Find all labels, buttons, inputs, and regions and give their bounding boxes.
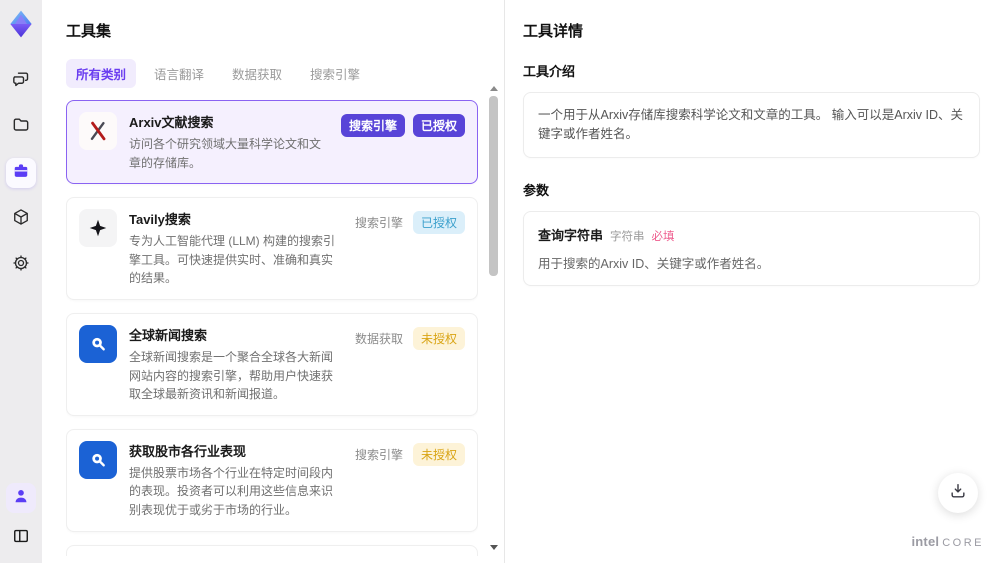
scrollbar-thumb[interactable] [489,96,498,276]
left-rail [0,0,42,563]
tool-name: Tavily搜索 [129,212,191,228]
tool-card-global-news[interactable]: 全球新闻搜索 全球新闻搜索是一个聚合全球各大新闻网站内容的搜索引擎，帮助用户快速… [66,312,478,416]
user-icon [11,486,31,511]
tool-name: 获取股市各行业表现 [129,443,247,459]
cube-icon [11,207,31,232]
tool-description: 访问各个研究领域大量科学论文和文章的存储库。 [129,137,322,170]
gear-icon [11,253,31,278]
status-badge: 已授权 [412,114,465,137]
download-icon [948,481,968,506]
intel-core-logo: intel core [911,534,984,549]
tab-search-engine[interactable]: 搜索引擎 [300,59,370,88]
rail-nav [6,66,36,280]
tab-all-categories[interactable]: 所有类别 [66,59,137,88]
panel-toggle-icon [11,526,31,551]
tool-badges: 搜索引擎 已授权 [340,112,465,172]
tool-card-most-active-stocks[interactable]: 获取市场最活跃股票信息 提供当天交易量最高的股票列表。投资者可以利用这些信息来识… [66,544,478,556]
sidebar-item-packages[interactable] [6,204,36,234]
folder-icon [11,115,31,140]
tool-badges: 数据获取 未授权 [353,325,465,404]
status-badge: 已授权 [412,211,465,235]
search-blue-icon [79,440,117,479]
sidebar-item-files[interactable] [6,112,36,142]
tool-description: 专为人工智能代理 (LLM) 构建的搜索引擎工具。可快速提供实时、准确和真实的结… [129,234,336,286]
tool-description: 全球新闻搜索是一个聚合全球各大新闻网站内容的搜索引擎，帮助用户快速获取全球最新资… [129,349,334,402]
tool-card-tavily[interactable]: Tavily搜索 专为人工智能代理 (LLM) 构建的搜索引擎工具。可快速提供实… [66,197,478,300]
tool-card-body: Arxiv文献搜索 访问各个研究领域大量科学论文和文章的存储库。 [129,112,329,172]
tool-card-body: Tavily搜索 专为人工智能代理 (LLM) 构建的搜索引擎工具。可快速提供实… [129,209,341,288]
tool-name: Arxiv文献搜索 [129,115,214,130]
sidebar-item-tools[interactable] [6,158,36,188]
tool-card-arxiv[interactable]: Arxiv文献搜索 访问各个研究领域大量科学论文和文章的存储库。 搜索引擎 已授… [66,100,478,185]
tool-list-panel: 工具集 所有类别 语言翻译 数据获取 搜索引擎 Arxiv文献搜索 访问各个研究… [42,0,505,563]
tool-card-sector-performance[interactable]: 获取股市各行业表现 提供股票市场各个行业在特定时间段内的表现。投资者可以利用这些… [66,428,478,532]
category-badge: 数据获取 [354,331,403,346]
intro-box: 一个用于从Arxiv存储库搜索科学论文和文章的工具。 输入可以是Arxiv ID… [523,92,980,158]
rail-bottom [6,483,36,553]
tool-card-body: 获取股市各行业表现 提供股票市场各个行业在特定时间段内的表现。投资者可以利用这些… [129,441,341,520]
param-box: 查询字符串 字符串 必填 用于搜索的Arxiv ID、关键字或作者姓名。 [523,210,980,286]
star-icon [79,209,117,248]
param-description: 用于搜索的Arxiv ID、关键字或作者姓名。 [538,256,770,271]
category-badge: 搜索引擎 [340,114,405,137]
search-blue-icon [79,324,117,363]
category-badge: 搜索引擎 [354,216,403,231]
tool-badges: 搜索引擎 未授权 [353,441,465,520]
sidebar-item-settings[interactable] [6,250,36,280]
app-logo[interactable] [5,8,37,40]
scroll-down-arrow-icon[interactable] [490,545,498,550]
briefcase-icon [11,161,31,186]
status-badge: 未授权 [412,442,465,466]
sidebar-item-collapse[interactable] [6,523,36,553]
chat-icon [11,69,31,94]
sidebar-item-user[interactable] [6,483,36,513]
param-required-badge: 必填 [651,230,675,243]
intro-heading: 工具介绍 [523,64,576,79]
param-head: 查询字符串 字符串 必填 [538,225,965,244]
app-window: 工具集 所有类别 语言翻译 数据获取 搜索引擎 Arxiv文献搜索 访问各个研究… [0,0,1000,563]
tab-data-fetch[interactable]: 数据获取 [222,59,292,88]
arxiv-icon [79,112,117,150]
tool-badges: 搜索引擎 已授权 [353,209,465,288]
tab-language-translation[interactable]: 语言翻译 [144,59,214,88]
tool-name: 全球新闻搜索 [129,327,208,343]
download-button[interactable] [938,473,978,513]
status-badge: 未授权 [412,326,465,350]
sidebar-item-chat[interactable] [6,66,36,96]
details-title: 工具详情 [523,23,584,40]
intel-logo-text: intel [911,534,940,549]
tool-details-panel: 工具详情 工具介绍 一个用于从Arxiv存储库搜索科学论文和文章的工具。 输入可… [505,0,1000,563]
category-badge: 搜索引擎 [354,447,403,462]
category-tabs: 所有类别 语言翻译 数据获取 搜索引擎 [66,59,504,88]
param-name: 查询字符串 [538,227,604,243]
tool-description: 提供股票市场各个行业在特定时间段内的表现。投资者可以利用这些信息来识别表现优于或… [129,465,334,517]
param-type: 字符串 [610,230,645,243]
scroll-up-arrow-icon[interactable] [490,86,498,91]
list-scrollbar[interactable] [489,86,499,550]
tool-list: Arxiv文献搜索 访问各个研究领域大量科学论文和文章的存储库。 搜索引擎 已授… [66,100,478,556]
params-heading: 参数 [523,182,550,198]
tool-card-body: 全球新闻搜索 全球新闻搜索是一个聚合全球各大新闻网站内容的搜索引擎，帮助用户快速… [129,325,341,404]
page-title: 工具集 [66,23,112,40]
core-logo-text: core [942,537,984,549]
